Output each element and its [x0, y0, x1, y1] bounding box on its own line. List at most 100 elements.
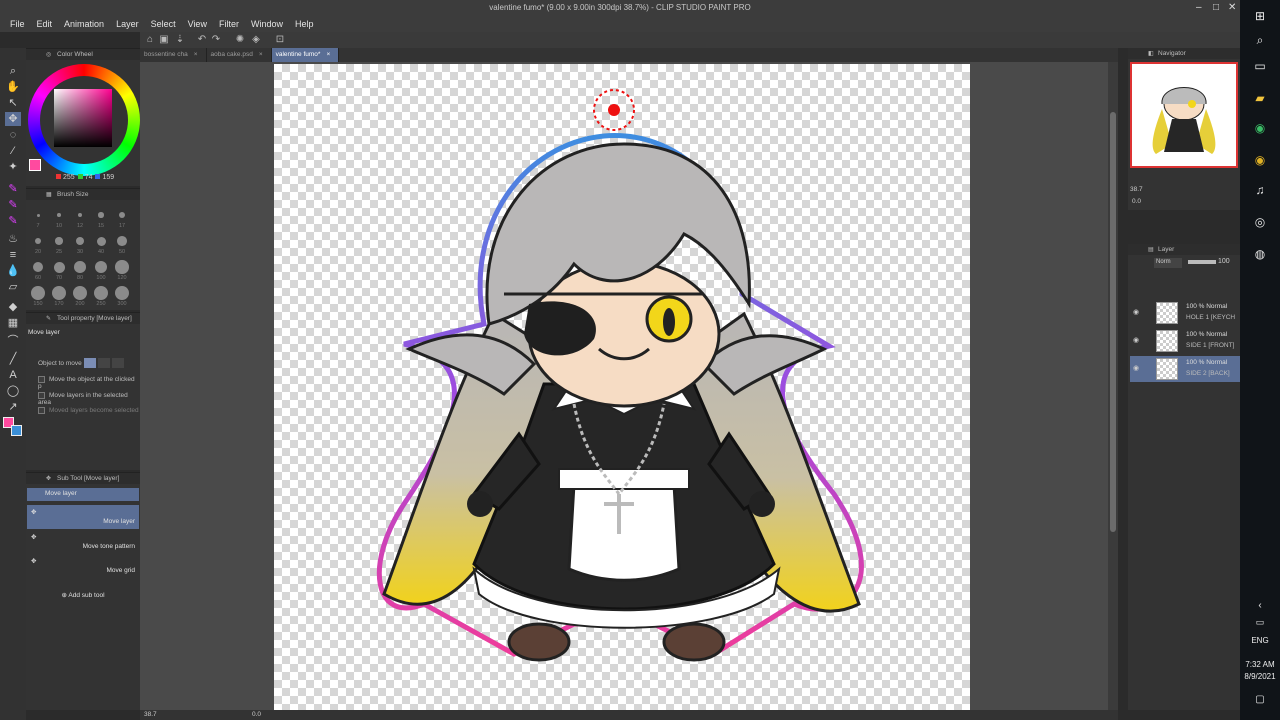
menu-file[interactable]: File	[4, 16, 31, 32]
object-layer-option[interactable]	[84, 358, 96, 368]
object-grid-option[interactable]	[112, 358, 124, 368]
fill-icon[interactable]: ◈	[250, 34, 262, 46]
airbrush-icon[interactable]: ♨	[5, 232, 21, 246]
network-icon[interactable]: ▭	[1250, 612, 1270, 632]
visibility-eye-icon[interactable]: ◉	[1133, 336, 1139, 344]
sub-tool-item-move-tone[interactable]: ✥ Move tone pattern	[27, 530, 139, 554]
option-row-2[interactable]: Move layers in the selected area	[38, 392, 140, 406]
menu-help[interactable]: Help	[289, 16, 320, 32]
gradient-icon[interactable]: ▦	[5, 316, 21, 330]
tab-close-icon[interactable]: ×	[259, 51, 263, 58]
brush-size-option[interactable]	[118, 211, 126, 219]
green-value[interactable]: 74	[85, 174, 93, 181]
notifications-icon[interactable]: ▢	[1250, 690, 1270, 710]
brush-size-option[interactable]	[31, 286, 45, 300]
scroll-thumb[interactable]	[1110, 112, 1116, 532]
eraser-icon[interactable]: ▱	[5, 280, 21, 294]
search-icon[interactable]: ⌕	[1250, 30, 1270, 50]
navigator-rotation[interactable]: 0.0	[1132, 198, 1141, 205]
lasso-icon[interactable]: ◌	[5, 128, 21, 142]
navigator-preview[interactable]	[1130, 62, 1238, 168]
file-explorer-icon[interactable]: ▰	[1250, 88, 1270, 108]
opacity-value[interactable]: 100	[1218, 258, 1230, 265]
balloon-icon[interactable]: ◯	[5, 384, 21, 398]
brush-size-option[interactable]	[94, 260, 108, 274]
windows-start-icon[interactable]: ⊞	[1250, 6, 1270, 26]
brush-size-option[interactable]	[34, 237, 42, 245]
clip-paint-icon[interactable]: ◍	[1250, 244, 1270, 264]
sub-color-swatch[interactable]	[11, 425, 22, 436]
visibility-eye-icon[interactable]: ◉	[1133, 308, 1139, 316]
brush-size-option[interactable]	[75, 236, 85, 246]
zoom-readout[interactable]: 38.7	[144, 711, 157, 718]
clock-date[interactable]: 8/9/2021	[1240, 672, 1280, 681]
brush-icon[interactable]: ✎	[5, 214, 21, 228]
brush-size-option[interactable]	[96, 236, 106, 246]
fill-tool-icon[interactable]: ◆	[5, 300, 21, 314]
tab-aoba-cake[interactable]: aoba cake.psd ×	[207, 48, 272, 62]
new-canvas-icon[interactable]: ⌂	[144, 34, 156, 46]
language-indicator[interactable]: ENG	[1240, 636, 1280, 645]
brush-size-option[interactable]	[32, 261, 44, 273]
figure-icon[interactable]: ⌒	[5, 334, 21, 348]
tab-close-icon[interactable]: ×	[326, 51, 330, 58]
brush-size-option[interactable]	[53, 261, 65, 273]
brush-size-option[interactable]	[94, 286, 108, 300]
blend-icon[interactable]: 💧	[5, 264, 21, 278]
canvas-vertical-scrollbar[interactable]	[1108, 62, 1118, 710]
visibility-eye-icon[interactable]: ◉	[1133, 364, 1139, 372]
add-sub-tool-button[interactable]: ⊕ Add sub tool	[27, 591, 139, 599]
brush-size-option[interactable]	[115, 286, 129, 300]
brush-size-option[interactable]	[117, 236, 127, 246]
brush-size-option[interactable]	[74, 261, 86, 273]
opacity-slider[interactable]	[1188, 260, 1216, 264]
option-checkbox-2[interactable]	[38, 392, 45, 399]
brush-size-option[interactable]	[73, 286, 87, 300]
red-value[interactable]: 255	[63, 174, 75, 181]
menu-edit[interactable]: Edit	[31, 16, 59, 32]
pen-icon[interactable]: ✎	[5, 182, 21, 196]
brush-size-option[interactable]	[98, 212, 104, 218]
redo-icon[interactable]: ↷	[210, 34, 222, 46]
layer-row[interactable]: ◉ 100 % Normal SIDE 1 [FRONT]	[1130, 328, 1240, 354]
blend-mode-select[interactable]: Norm	[1154, 258, 1182, 268]
menu-filter[interactable]: Filter	[213, 16, 245, 32]
tab-bossentine[interactable]: bossentine cha ×	[140, 48, 207, 62]
correct-line-icon[interactable]: ↗	[5, 400, 21, 414]
task-view-icon[interactable]: ▭	[1250, 56, 1270, 76]
brush-size-option[interactable]	[77, 212, 83, 218]
auto-select-icon[interactable]: ✦	[5, 160, 21, 174]
edge-icon[interactable]: ◉	[1250, 118, 1270, 138]
menu-animation[interactable]: Animation	[58, 16, 110, 32]
brush-size-option[interactable]	[52, 286, 66, 300]
option-checkbox-1[interactable]	[38, 376, 45, 383]
brush-size-option[interactable]	[55, 237, 63, 245]
hand-icon[interactable]: ✋	[5, 80, 21, 94]
option-row-3[interactable]: Moved layers become selected	[38, 407, 139, 414]
clock-time[interactable]: 7:32 AM	[1240, 660, 1280, 669]
brush-size-option[interactable]	[36, 213, 40, 217]
navigator-zoom[interactable]: 38.7	[1130, 186, 1143, 193]
menu-view[interactable]: View	[182, 16, 213, 32]
text-icon[interactable]: A	[5, 368, 21, 382]
menu-window[interactable]: Window	[245, 16, 289, 32]
saturation-value-square[interactable]	[54, 89, 112, 147]
menu-select[interactable]: Select	[145, 16, 182, 32]
layer-row-selected[interactable]: ◉ 100 % Normal SIDE 2 [BACK]	[1130, 356, 1240, 382]
pencil-icon[interactable]: ✎	[5, 198, 21, 212]
decoration-icon[interactable]: ≡	[5, 248, 21, 262]
line-icon[interactable]: ╱	[5, 352, 21, 366]
transform-icon[interactable]: ⊡	[274, 34, 286, 46]
clip-studio-icon[interactable]: ◎	[1250, 212, 1270, 232]
music-app-icon[interactable]: ♫	[1250, 180, 1270, 200]
save-icon[interactable]: ⇣	[174, 34, 186, 46]
drawing-canvas[interactable]	[274, 64, 970, 710]
rotation-readout[interactable]: 0.0	[252, 711, 261, 718]
maximize-icon[interactable]: □	[1213, 2, 1219, 13]
tab-valentine-fumo[interactable]: valentine fumo* ×	[271, 48, 340, 62]
clear-icon[interactable]: ✺	[234, 34, 246, 46]
sub-tool-item-move-grid[interactable]: ✥ Move grid	[27, 554, 139, 578]
open-icon[interactable]: ▣	[158, 34, 170, 46]
sub-tool-item-move-layer[interactable]: ✥ Move layer	[27, 505, 139, 529]
operation-icon[interactable]: ↖	[5, 96, 21, 110]
